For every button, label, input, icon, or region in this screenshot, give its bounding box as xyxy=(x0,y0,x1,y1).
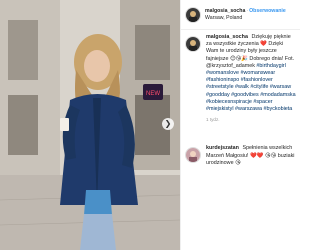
street-photo-illustration: NEW xyxy=(0,0,180,250)
caption-hashtags[interactable]: #birthdaygirl #womanslove #womanswear #f… xyxy=(206,63,296,112)
separator-dot: · xyxy=(246,7,249,14)
post-photo[interactable]: NEW ❯ xyxy=(0,0,180,250)
list-item: kurdejszatan Spełnienia wszelkich Marzeń… xyxy=(185,145,296,167)
chevron-right-icon: ❯ xyxy=(164,119,172,128)
comment-username[interactable]: kurdejszatan xyxy=(206,145,239,151)
caption-text-block: malgosia_socha Dziękuję pięknie za wszys… xyxy=(206,34,296,123)
avatar[interactable] xyxy=(185,147,201,164)
instagram-post: NEW ❯ malgosia_socha·Obserwowanie Warsaw… xyxy=(0,0,300,250)
post-header: malgosia_socha·Obserwowanie Warsaw, Pola… xyxy=(181,0,300,30)
caption-timestamp[interactable]: 1 tydz. xyxy=(206,116,296,123)
caption-username[interactable]: malgosia_socha xyxy=(206,34,248,40)
avatar[interactable] xyxy=(185,36,201,52)
next-photo-button[interactable]: ❯ xyxy=(162,118,174,130)
post-username[interactable]: malgosia_socha xyxy=(205,8,245,14)
follow-button[interactable]: Obserwowanie xyxy=(249,8,286,14)
avatar[interactable] xyxy=(185,6,201,23)
post-side-panel: malgosia_socha·Obserwowanie Warsaw, Pola… xyxy=(180,0,300,250)
post-location[interactable]: Warsaw, Poland xyxy=(205,15,242,21)
comment-text-block: kurdejszatan Spełnienia wszelkich Marzeń… xyxy=(206,145,296,167)
caption-comment: malgosia_socha Dziękuję pięknie za wszys… xyxy=(185,34,296,123)
svg-text:NEW: NEW xyxy=(146,91,160,97)
header-text: malgosia_socha·Obserwowanie Warsaw, Pola… xyxy=(205,8,286,22)
comments-list: malgosia_socha Dziękuję pięknie za wszys… xyxy=(181,30,300,167)
